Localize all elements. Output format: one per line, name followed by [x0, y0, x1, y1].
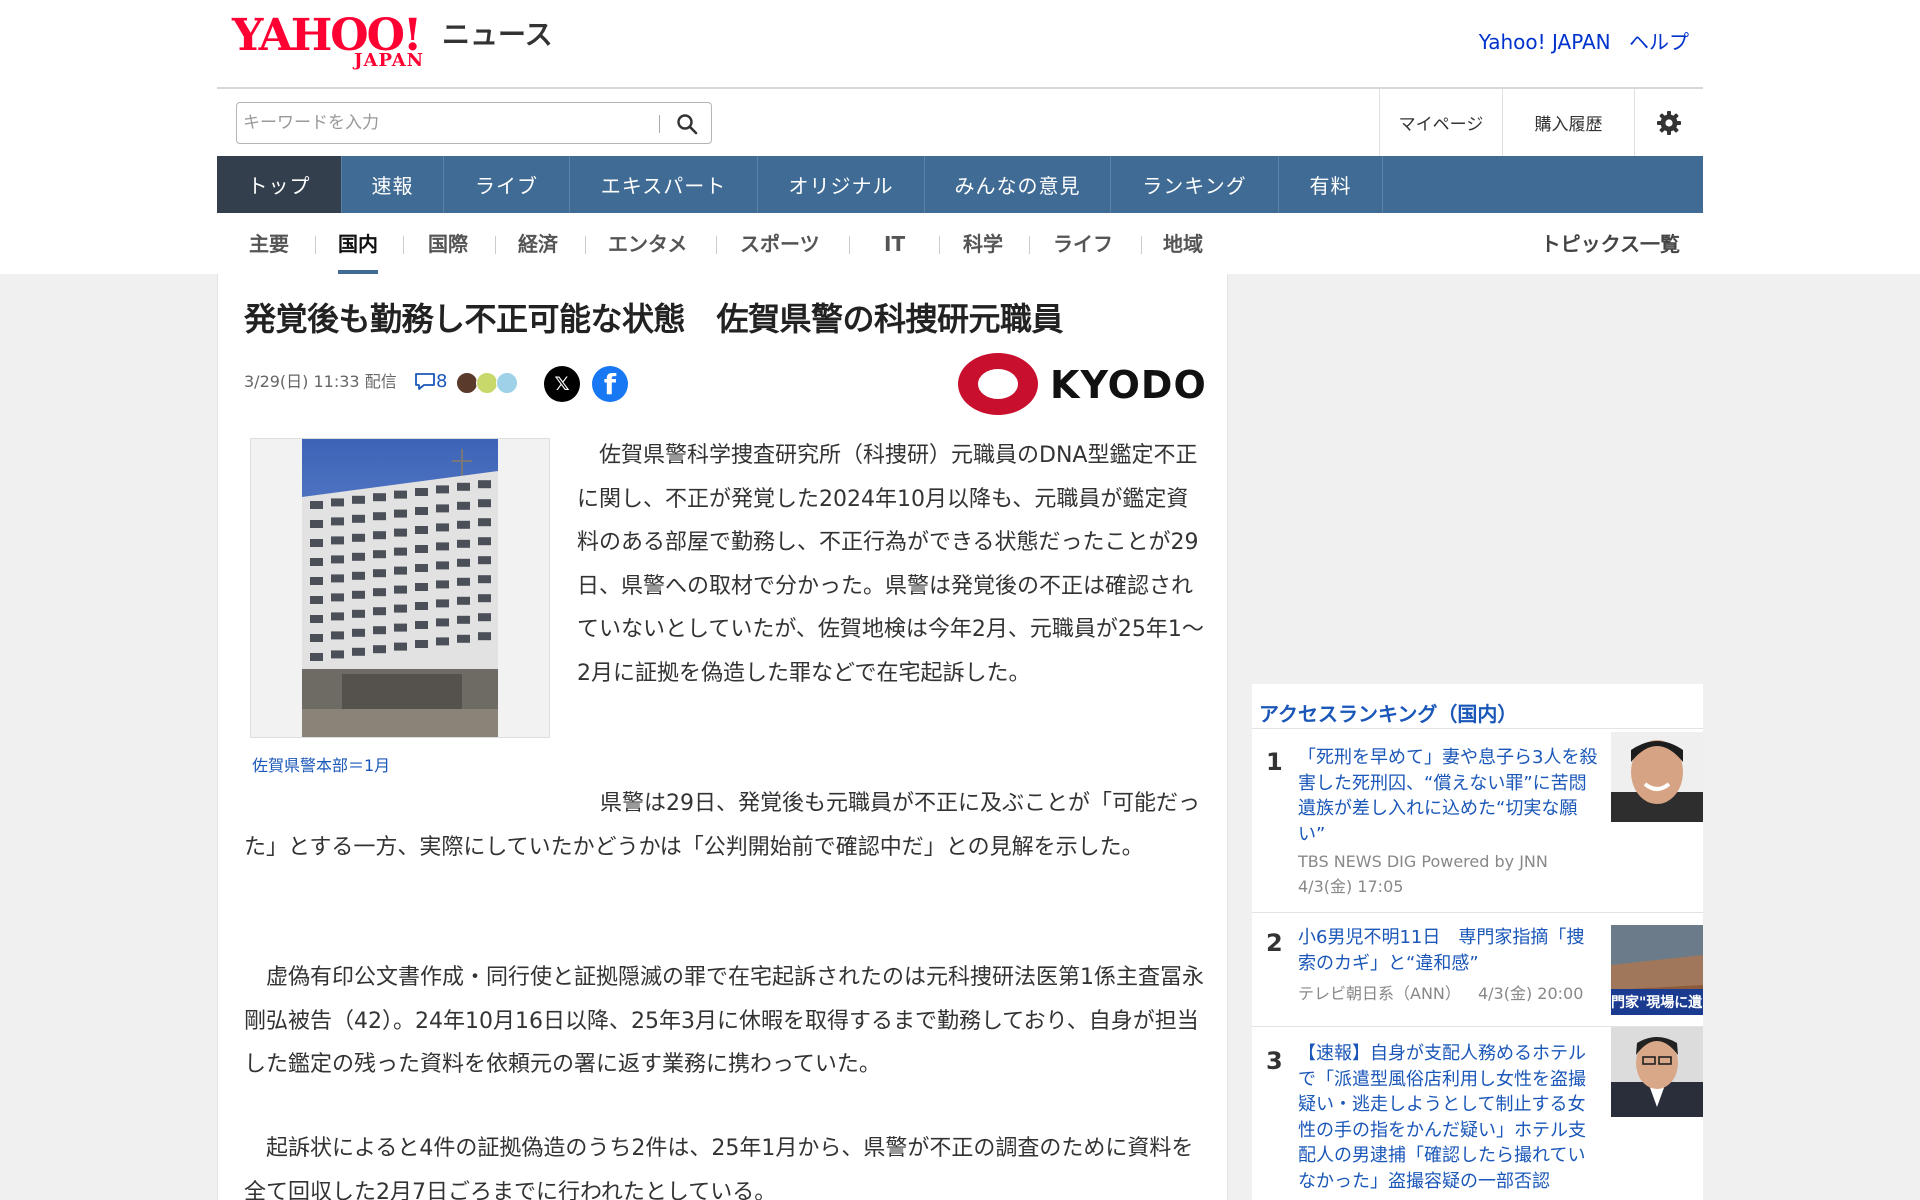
photo-caption: 佐賀県警本部＝1月	[252, 756, 391, 775]
category-separator	[495, 236, 496, 254]
ranking-source: テレビ朝日系（ANN）	[1298, 984, 1461, 1003]
category-separator	[849, 236, 850, 254]
top-links: Yahoo! JAPAN ヘルプ	[1467, 30, 1689, 54]
ranking-thumbnail[interactable]	[1611, 732, 1703, 822]
category-domestic[interactable]: 国内	[338, 213, 378, 274]
comment-icon	[415, 373, 435, 390]
comment-count: 8	[436, 370, 448, 392]
ranking-thumbnail[interactable]	[1611, 1027, 1703, 1117]
category-entertainment[interactable]: エンタメ	[608, 213, 687, 274]
x-icon: 𝕏	[554, 373, 570, 395]
category-it[interactable]: IT	[884, 213, 905, 274]
article-paragraph: 県警は29日、発覚後も元職員が不正に及ぶことが「可能だった」とする一方、実際にし…	[244, 791, 1200, 860]
ranking-title: アクセスランキング（国内）	[1259, 702, 1518, 726]
nav-breaking[interactable]: 速報	[342, 156, 444, 213]
article-paragraph: 起訴状によると4件の証拠偽造のうち2件は、25年1月から、県警が不正の調査のため…	[244, 1136, 1194, 1200]
category-science[interactable]: 科学	[963, 213, 1003, 274]
ranking-time: 4/3(金) 17:05	[1298, 877, 1404, 896]
yahoo-logo[interactable]: YAHOO! JAPAN	[232, 14, 442, 72]
category-separator	[403, 236, 404, 254]
nav-original[interactable]: オリジナル	[758, 156, 925, 213]
category-separator	[716, 236, 717, 254]
thumbnail-caption: 門家"現場に遺	[1611, 995, 1703, 1011]
share-facebook-button[interactable]: f	[592, 366, 628, 402]
avatar	[496, 372, 518, 394]
category-separator	[1029, 236, 1030, 254]
ranking-thumbnail[interactable]: 門家"現場に遺	[1611, 925, 1703, 1015]
category-economy[interactable]: 経済	[518, 213, 558, 274]
ranking-number: 2	[1266, 929, 1283, 957]
search-box	[236, 102, 712, 144]
comment-link[interactable]: 8	[414, 370, 447, 392]
police-hq-image	[302, 439, 498, 737]
category-international[interactable]: 国際	[428, 213, 468, 274]
search-button[interactable]	[669, 109, 705, 139]
article-title: 発覚後も勤務し不正可能な状態 佐賀県警の科捜研元職員	[244, 300, 1064, 338]
nav-top[interactable]: トップ	[217, 156, 342, 213]
settings-button[interactable]	[1634, 89, 1703, 156]
search-input[interactable]	[243, 111, 653, 135]
ranking-meta: テレビ朝日系（ANN） 4/3(金) 20:00	[1298, 981, 1583, 1006]
search-icon	[677, 114, 698, 135]
ranking-time: 4/3(金) 20:00	[1477, 984, 1584, 1003]
ranking-item[interactable]: 1 「死刑を早めて」妻や息子ら3人を殺害した死刑囚、“償えない罪”に苦悶 遺族が…	[1252, 728, 1703, 896]
nav-paid[interactable]: 有料	[1279, 156, 1383, 213]
ranking-item[interactable]: 3 【速報】自身が支配人務めるホテルで「派遣型風俗店利用し女性を盗撮疑い・逃走し…	[1252, 1026, 1703, 1200]
article-photo[interactable]	[250, 438, 550, 738]
category-region[interactable]: 地域	[1163, 213, 1203, 274]
article-date: 3/29(日) 11:33 配信	[244, 372, 397, 391]
publisher-name: KYODO	[1050, 363, 1207, 407]
category-sports[interactable]: スポーツ	[740, 213, 820, 274]
ad-space	[1252, 274, 1703, 684]
category-nav: 主要 国内 国際 経済 エンタメ スポーツ IT 科学 ライフ 地域 トピックス…	[217, 213, 1703, 274]
topics-list-link[interactable]: トピックス一覧	[1541, 213, 1680, 274]
category-main[interactable]: 主要	[249, 213, 289, 274]
nav-expert[interactable]: エキスパート	[570, 156, 758, 213]
publisher-logo[interactable]: KYODO	[958, 353, 1206, 417]
article-card: 発覚後も勤務し不正可能な状態 佐賀県警の科捜研元職員 3/29(日) 11:33…	[217, 274, 1228, 1200]
ranking-headline[interactable]: 小6男児不明11日 専門家指摘「捜索のカギ」と“違和感”	[1298, 925, 1598, 976]
facebook-icon: f	[603, 368, 617, 401]
ranking-number: 1	[1266, 748, 1283, 776]
ranking-headline[interactable]: 【速報】自身が支配人務めるホテルで「派遣型風俗店利用し女性を盗撮疑い・逃走しよう…	[1298, 1041, 1598, 1194]
nav-live[interactable]: ライブ	[444, 156, 570, 213]
ranking-source: TBS NEWS DIG Powered by JNN	[1298, 852, 1548, 871]
main-nav: トップ 速報 ライブ エキスパート オリジナル みんなの意見 ランキング 有料	[217, 156, 1703, 213]
help-link[interactable]: ヘルプ	[1629, 30, 1689, 54]
kyodo-logo-mark	[958, 353, 1038, 415]
nav-opinions[interactable]: みんなの意見	[925, 156, 1111, 213]
search-separator	[659, 115, 660, 133]
category-separator	[939, 236, 940, 254]
category-life[interactable]: ライフ	[1053, 213, 1113, 274]
access-ranking: アクセスランキング（国内） 1 「死刑を早めて」妻や息子ら3人を殺害した死刑囚、…	[1252, 684, 1703, 1200]
nav-ranking[interactable]: ランキング	[1111, 156, 1279, 213]
ranking-number: 3	[1266, 1047, 1283, 1075]
reaction-avatars	[456, 372, 518, 394]
yahoo-logo-japan: JAPAN	[354, 50, 425, 71]
category-separator	[315, 236, 316, 254]
article-paragraph: 佐賀県警科学捜査研究所（科捜研）元職員のDNA型鑑定不正に関し、不正が発覚した2…	[577, 443, 1204, 686]
purchase-history-button[interactable]: 購入履歴	[1502, 89, 1634, 156]
section-title[interactable]: ニュース	[442, 20, 553, 50]
category-separator	[1141, 236, 1142, 254]
ranking-item[interactable]: 2 小6男児不明11日 専門家指摘「捜索のカギ」と“違和感” テレビ朝日系（AN…	[1252, 912, 1703, 1026]
share-x-button[interactable]: 𝕏	[544, 366, 580, 402]
category-separator	[585, 236, 586, 254]
mypage-button[interactable]: マイページ	[1379, 89, 1502, 156]
article-paragraph: 虚偽有印公文書作成・同行使と証拠隠滅の罪で在宅起訴されたのは元科捜研法医第1係主…	[244, 965, 1205, 1077]
avatar	[456, 372, 478, 394]
yahoo-japan-link[interactable]: Yahoo! JAPAN	[1479, 30, 1611, 54]
avatar	[476, 372, 498, 394]
ranking-headline[interactable]: 「死刑を早めて」妻や息子ら3人を殺害した死刑囚、“償えない罪”に苦悶 遺族が差し…	[1298, 745, 1605, 847]
gear-icon	[1657, 110, 1681, 135]
